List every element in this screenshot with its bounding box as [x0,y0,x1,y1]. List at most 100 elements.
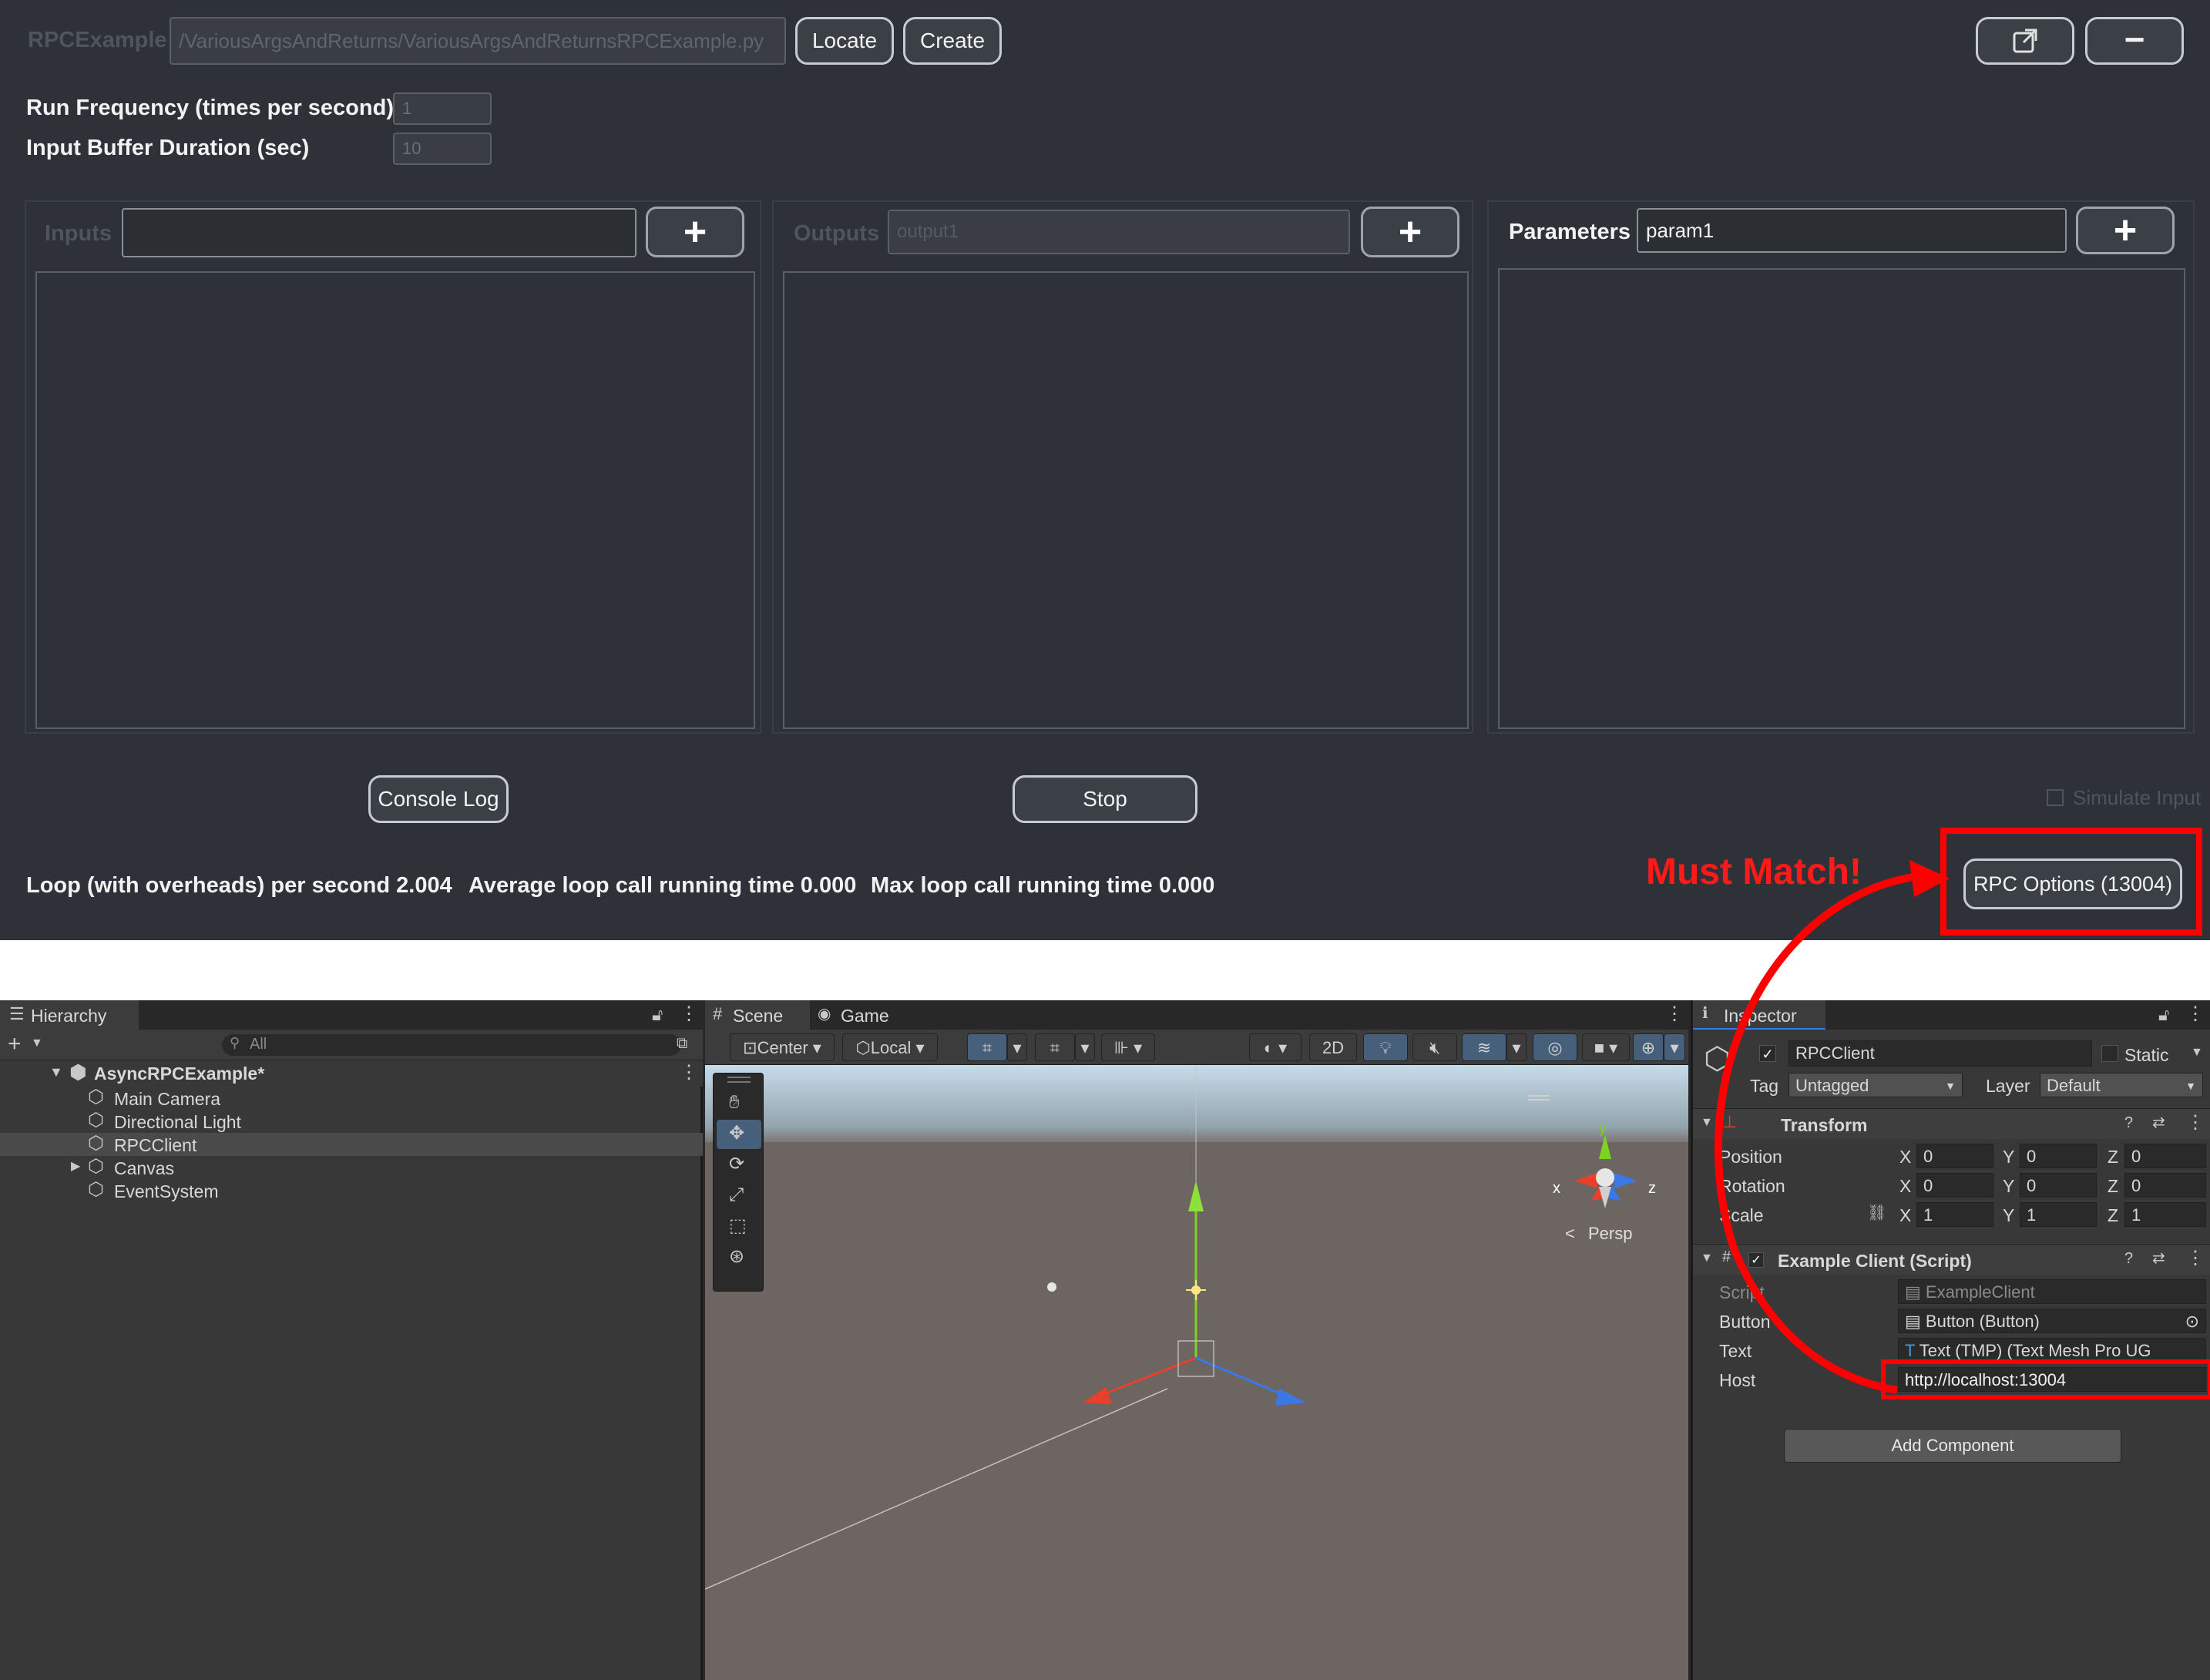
tab-game[interactable]: ◉ Game [810,1000,915,1030]
lock-icon[interactable]: 🔓︎ [652,1006,663,1023]
pivot-rotation-dropdown[interactable]: ⬡Local ▾ [842,1033,938,1061]
outputs-list[interactable] [783,271,1469,729]
active-checkbox[interactable]: ✓ [1759,1045,1776,1062]
stop-button[interactable]: Stop [1013,775,1197,823]
persp-label[interactable]: Persp [1588,1224,1632,1243]
grid-snap-toggle[interactable]: ⌗ [967,1033,1007,1061]
tab-scene[interactable]: # Scene [705,1000,810,1030]
increment-snap-dropdown[interactable]: ▾ [1075,1033,1095,1061]
scene-more-icon[interactable]: ⋮ [680,1063,698,1082]
create-plus-icon[interactable]: + [8,1033,22,1056]
hierarchy-item[interactable]: ⬡ EventSystem [0,1179,703,1202]
chevron-down-icon[interactable]: ▼ [2191,1047,2203,1059]
help-icon[interactable]: ? [2124,1115,2133,1131]
draw-mode-dropdown[interactable]: ◐ ▾ [1249,1033,1301,1061]
console-log-button[interactable]: Console Log [368,775,509,823]
scene-root-row[interactable]: ▼ ⬢ AsyncRPCExample* ⋮ [0,1060,703,1087]
rpc-options-button[interactable]: RPC Options (13004) [1963,858,2182,909]
audio-toggle[interactable]: 🔇︎ [1412,1033,1457,1061]
pivot-mode-dropdown[interactable]: ⊡Center ▾ [730,1033,835,1061]
hierarchy-item[interactable]: ⬡ Main Camera [0,1087,703,1110]
position-z-field[interactable]: 0 [2124,1144,2206,1168]
camera-gizmo-icon[interactable] [1047,1282,1056,1292]
button-reference-field[interactable]: ▤ Button (Button) ⊙ [1898,1309,2206,1333]
scale-tool[interactable]: ⤢ [717,1181,761,1211]
parameters-list[interactable] [1498,268,2185,729]
search-icon: ⚲ [230,1035,240,1050]
gizmos-toggle[interactable]: ⊕ [1633,1033,1664,1061]
scene-viewport[interactable]: y x z < Persp ✋︎ ✥ ⟳ ⤢ ⬚ ⊛ [705,1065,1688,1680]
chevron-down-icon[interactable]: ▼ [31,1037,43,1050]
simulate-input-checkbox[interactable] [2047,789,2064,806]
script-path-field[interactable]: /VariousArgsAndReturns/VariousArgsAndRet… [170,17,786,65]
lighting-toggle[interactable]: 💡︎ [1363,1033,1408,1061]
position-x-field[interactable]: 0 [1916,1144,1993,1168]
gizmos-dropdown[interactable]: ▾ [1664,1033,1685,1061]
effects-toggle[interactable]: ≋ [1462,1033,1506,1061]
object-picker-icon[interactable]: ⊙ [2185,1309,2199,1332]
transform-header[interactable]: ▼ ⊥ Transform ? ⇄ ⋮ [1693,1108,2210,1139]
constrain-proportions-icon[interactable]: ⛓︎ [1867,1205,1886,1221]
2d-toggle[interactable]: 2D [1309,1033,1357,1061]
component-enabled-checkbox[interactable]: ✓ [1748,1252,1764,1268]
minimize-button[interactable]: − [2085,17,2184,65]
inspector-tab[interactable]: ℹ Inspector [1693,1000,1825,1030]
expand-arrow-icon[interactable]: ▼ [49,1065,63,1079]
scene-visibility-icon[interactable]: ⧉ [677,1036,687,1051]
component-more-icon[interactable]: ⋮ [2186,1249,2205,1268]
help-icon[interactable]: ? [2124,1251,2133,1266]
rect-tool[interactable]: ⬚ [717,1212,761,1242]
input-buffer-field[interactable]: 10 [393,133,492,165]
inputs-name-field[interactable] [122,208,636,257]
palette-drag-handle[interactable] [727,1077,751,1083]
object-name-field[interactable]: RPCClient [1788,1040,2092,1067]
add-parameter-button[interactable]: + [2076,207,2175,254]
more-options-icon[interactable]: ⋮ [680,1005,698,1023]
rotation-x-field[interactable]: 0 [1916,1173,1993,1198]
inputs-list[interactable] [35,271,755,729]
effects-dropdown[interactable]: ▾ [1506,1033,1527,1061]
static-checkbox[interactable] [2101,1045,2118,1062]
scale-z-field[interactable]: 1 [2124,1202,2206,1227]
rotation-y-field[interactable]: 0 [2020,1173,2097,1198]
scale-x-field[interactable]: 1 [1916,1202,1993,1227]
more-options-icon[interactable]: ⋮ [1665,1005,1684,1023]
component-more-icon[interactable]: ⋮ [2186,1114,2205,1132]
hierarchy-tab[interactable]: ☰ Hierarchy [0,1000,139,1030]
add-input-button[interactable]: + [646,207,744,257]
add-component-button[interactable]: Add Component [1784,1429,2121,1463]
create-button[interactable]: Create [903,17,1002,65]
popout-button[interactable] [1976,17,2074,65]
script-component-header[interactable]: ▼ # ✓ Example Client (Script) ? ⇄ ⋮ [1693,1244,2210,1275]
move-tool[interactable]: ✥ [717,1120,761,1149]
layer-dropdown[interactable]: Default ▼ [2040,1073,2203,1097]
hierarchy-item-selected[interactable]: ⬡ RPCClient [0,1133,703,1156]
add-output-button[interactable]: + [1361,207,1459,257]
outputs-name-field[interactable]: output1 [888,210,1350,254]
locate-button[interactable]: Locate [795,17,894,65]
position-y-field[interactable]: 0 [2020,1144,2097,1168]
expand-arrow-icon[interactable]: ▼ [1701,1252,1713,1265]
hierarchy-item[interactable]: ⬡ Directional Light [0,1110,703,1133]
hierarchy-search-input[interactable]: ⚲ All [222,1034,681,1056]
run-frequency-field[interactable]: 1 [393,92,492,125]
scale-y-field[interactable]: 1 [2020,1202,2097,1227]
camera-dropdown[interactable]: ■ ▾ [1582,1033,1630,1061]
hierarchy-item[interactable]: ▶ ⬡ Canvas [0,1156,703,1179]
expand-arrow-icon[interactable]: ▶ [71,1161,80,1173]
lock-icon[interactable]: 🔓︎ [2158,1006,2169,1023]
increment-snap-toggle[interactable]: ⌗ [1035,1033,1075,1061]
presets-icon[interactable]: ⇄ [2152,1251,2165,1266]
expand-arrow-icon[interactable]: ▼ [1701,1117,1713,1129]
rotate-tool[interactable]: ⟳ [717,1151,761,1180]
parameters-name-field[interactable]: param1 [1637,208,2067,253]
ruler-dropdown[interactable]: ⊪ ▾ [1101,1033,1155,1061]
hand-tool[interactable]: ✋︎ [717,1089,761,1118]
rotation-z-field[interactable]: 0 [2124,1173,2206,1198]
hidden-objects-toggle[interactable]: ◎ [1533,1033,1577,1061]
transform-tool[interactable]: ⊛ [717,1243,761,1272]
presets-icon[interactable]: ⇄ [2152,1115,2165,1131]
grid-snap-dropdown[interactable]: ▾ [1007,1033,1027,1061]
more-options-icon[interactable]: ⋮ [2186,1005,2205,1023]
tag-dropdown[interactable]: Untagged ▼ [1788,1073,1963,1097]
